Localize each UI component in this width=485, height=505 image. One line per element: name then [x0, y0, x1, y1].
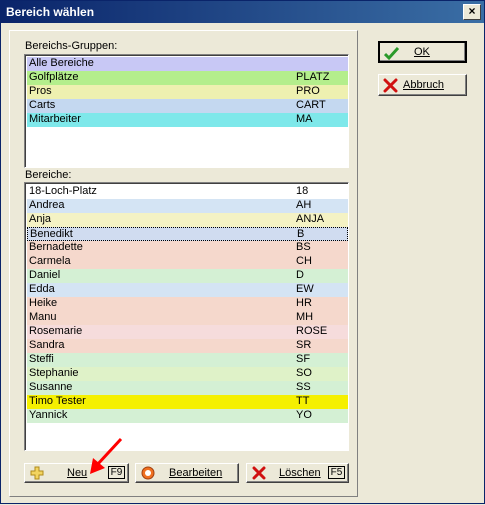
cancel-button[interactable]: Abbruch	[378, 74, 467, 96]
ok-button[interactable]: OK	[378, 41, 467, 63]
list-item-name: Sandra	[29, 339, 65, 351]
list-item[interactable]: Yannick YO	[27, 409, 348, 423]
list-item-name: Edda	[29, 283, 55, 295]
cancel-x-icon	[383, 78, 398, 93]
checkmark-icon	[384, 46, 399, 61]
list-item[interactable]: Alle Bereiche	[27, 57, 348, 71]
list-item[interactable]: Edda EW	[27, 283, 348, 297]
close-icon: ×	[468, 4, 476, 18]
list-item[interactable]: 18-Loch-Platz 18	[27, 185, 348, 199]
list-item-code: CART	[296, 99, 326, 111]
list-item[interactable]: Golfplätze PLATZ	[27, 71, 348, 85]
dialog-window: Bereich wählen × Bereichs-Gruppen: Alle …	[0, 0, 485, 504]
list-item-name: Daniel	[29, 269, 61, 281]
list-item-name: Bernadette	[29, 241, 83, 253]
list-item-name: Timo Tester	[29, 395, 86, 407]
list-item-code: CH	[296, 255, 312, 267]
list-item[interactable]: Bernadette BS	[27, 241, 348, 255]
list-item[interactable]: Andrea AH	[27, 199, 348, 213]
list-item-name: Steffi	[29, 353, 54, 365]
list-item[interactable]: Heike HR	[27, 297, 348, 311]
list-item[interactable]: Timo Tester TT	[27, 395, 348, 409]
list-item-code: ANJA	[296, 213, 325, 225]
list-item-code: D	[296, 269, 304, 281]
list-item[interactable]: Carts CART	[27, 99, 348, 113]
list-item-code: SR	[296, 339, 312, 351]
list-item[interactable]: Steffi SF	[27, 353, 348, 367]
list-item[interactable]: Stephanie SO	[27, 367, 348, 381]
list-item[interactable]: Daniel D	[27, 269, 348, 283]
list-item-name: Mitarbeiter	[29, 113, 81, 125]
list-item-code: MA	[296, 113, 313, 125]
delete-button-label: Löschen	[279, 467, 321, 479]
list-item-name: Benedikt	[30, 228, 73, 240]
list-item-code: 18	[296, 185, 309, 197]
list-item-name: Pros	[29, 85, 52, 97]
delete-x-icon	[252, 466, 266, 480]
list-item[interactable]: Anja ANJA	[27, 213, 348, 227]
list-item[interactable]: Benedikt B	[27, 227, 348, 241]
list-item-code: PLATZ	[296, 71, 330, 83]
groups-label: Bereichs-Gruppen:	[25, 40, 118, 52]
delete-button[interactable]: Löschen F5	[246, 463, 349, 483]
list-item-name: Stephanie	[29, 367, 79, 379]
list-item-code: SF	[296, 353, 311, 365]
list-item-code: AH	[296, 199, 312, 211]
list-item-name: Golfplätze	[29, 71, 79, 83]
list-item-name: Anja	[29, 213, 52, 225]
new-button[interactable]: Neu F9	[24, 463, 129, 483]
close-button[interactable]: ×	[463, 4, 481, 20]
title-bar[interactable]: Bereich wählen ×	[1, 1, 484, 23]
list-item-code: PRO	[296, 85, 320, 97]
list-item-code: ROSE	[296, 325, 328, 337]
plus-icon	[30, 466, 44, 480]
list-item[interactable]: Carmela CH	[27, 255, 348, 269]
list-item-name: Carts	[29, 99, 56, 111]
new-shortcut-key: F9	[108, 466, 125, 479]
list-item-name: Manu	[29, 311, 57, 323]
list-item-code: HR	[296, 297, 312, 309]
areas-list[interactable]: 18-Loch-Platz 18 Andrea AH Anja ANJA Benedikt B…	[24, 182, 349, 451]
list-item-name: 18-Loch-Platz	[29, 185, 97, 197]
list-item-name: Andrea	[29, 199, 65, 211]
list-item-name: Heike	[29, 297, 58, 309]
new-button-label: Neu	[67, 467, 88, 479]
edit-button-label: Bearbeiten	[169, 467, 223, 479]
list-item-code: MH	[296, 311, 314, 323]
areas-label: Bereiche:	[25, 169, 72, 181]
list-item-code: EW	[296, 283, 314, 295]
ok-button-label: OK	[414, 46, 430, 58]
edit-button[interactable]: Bearbeiten	[135, 463, 239, 483]
list-item-name: Carmela	[29, 255, 71, 267]
list-item[interactable]: Rosemarie ROSE	[27, 325, 348, 339]
edit-icon	[141, 466, 155, 480]
list-item-code: B	[297, 228, 305, 240]
list-item-name: Yannick	[29, 409, 68, 421]
cancel-button-label: Abbruch	[403, 79, 444, 91]
window-title: Bereich wählen	[6, 5, 95, 19]
list-item-code: YO	[296, 409, 312, 421]
list-item-code: BS	[296, 241, 311, 253]
list-item-code: SS	[296, 381, 311, 393]
list-item[interactable]: Manu MH	[27, 311, 348, 325]
list-item-name: Alle Bereiche	[29, 57, 94, 69]
list-item-code: SO	[296, 367, 312, 379]
list-item[interactable]: Mitarbeiter MA	[27, 113, 348, 127]
groups-list[interactable]: Alle Bereiche Golfplätze PLATZ Pros PRO Carts…	[24, 54, 349, 168]
delete-shortcut-key: F5	[328, 466, 345, 479]
list-item-name: Rosemarie	[29, 325, 83, 337]
list-item[interactable]: Sandra SR	[27, 339, 348, 353]
list-item-code: TT	[296, 395, 310, 407]
list-item-name: Susanne	[29, 381, 73, 393]
list-item[interactable]: Pros PRO	[27, 85, 348, 99]
list-item[interactable]: Susanne SS	[27, 381, 348, 395]
